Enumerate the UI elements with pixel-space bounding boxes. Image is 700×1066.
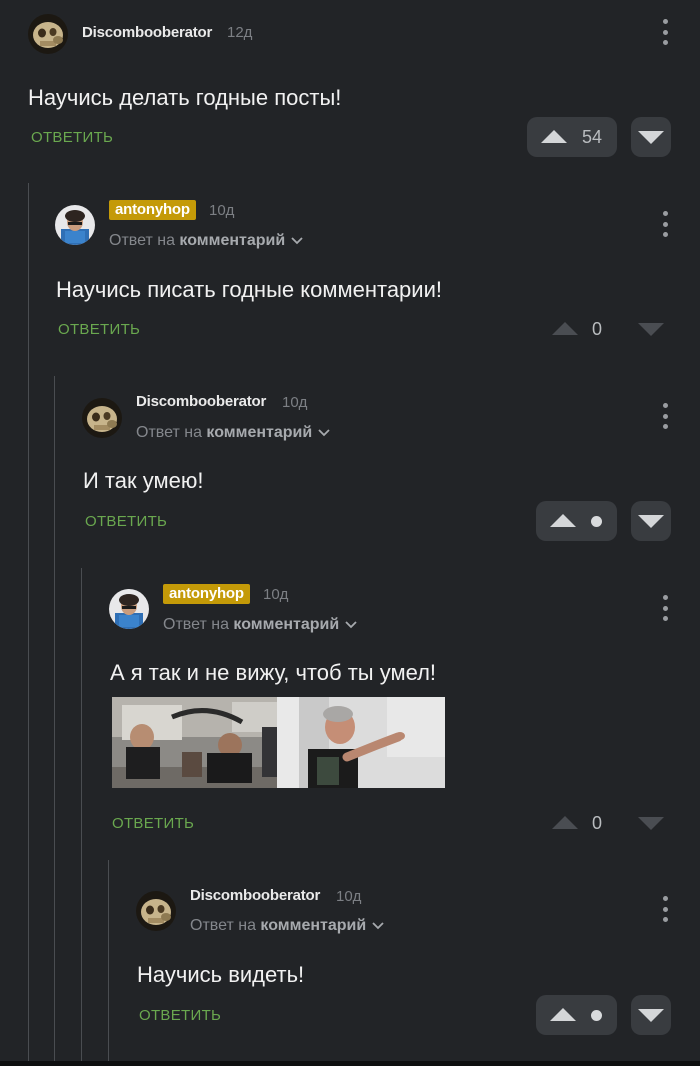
reply-to-target: комментарий (179, 232, 286, 249)
author-name[interactable]: antonyhop (163, 584, 250, 604)
author-name[interactable]: Discombooberator (136, 392, 266, 412)
reply-to-link[interactable]: Ответ на комментарий (109, 230, 303, 252)
thread-line (54, 376, 55, 1063)
more-options-icon[interactable] (660, 19, 670, 45)
meme-image[interactable] (112, 697, 445, 788)
more-options-icon[interactable] (660, 211, 670, 237)
reply-button[interactable]: ОТВЕТИТЬ (112, 814, 194, 834)
reply-to-target: комментарий (206, 424, 313, 441)
comment-text: И так умею! (83, 468, 204, 493)
upvote-icon (552, 322, 578, 335)
upvote-icon (550, 514, 576, 527)
upvote-button[interactable]: 54 (527, 117, 617, 157)
downvote-icon (638, 817, 664, 830)
reply-to-prefix: Ответ на (163, 616, 234, 633)
comment-time: 12д (227, 24, 253, 41)
more-options-icon[interactable] (660, 896, 670, 922)
reply-to-link[interactable]: Ответ на комментарий (190, 915, 384, 937)
reply-to-prefix: Ответ на (109, 232, 180, 249)
thread-line (28, 183, 29, 1063)
downvote-button[interactable] (631, 995, 671, 1035)
upvote-icon (552, 816, 578, 829)
rating-hidden-dot (591, 1009, 602, 1021)
avatar[interactable] (136, 891, 176, 931)
chevron-down-icon (372, 922, 384, 930)
comment-text: А я так и не вижу, чтоб ты умел! (110, 660, 437, 685)
more-options-icon[interactable] (660, 403, 670, 429)
rating-count: 0 (592, 319, 603, 339)
comment-time: 10д (336, 888, 362, 905)
reply-to-target: комментарий (233, 616, 340, 633)
downvote-icon (638, 323, 664, 336)
author-name[interactable]: Discombooberator (82, 23, 212, 43)
thread-line (108, 860, 109, 1063)
comment-time: 10д (282, 394, 308, 411)
downvote-icon (638, 1009, 664, 1022)
more-options-icon[interactable] (660, 595, 670, 621)
reply-to-link[interactable]: Ответ на комментарий (136, 422, 330, 444)
author-name[interactable]: antonyhop (109, 200, 196, 220)
bottom-edge (0, 1061, 700, 1066)
comment-text: Научись видеть! (137, 962, 305, 987)
reply-button[interactable]: ОТВЕТИТЬ (58, 320, 140, 340)
chevron-down-icon (345, 621, 357, 629)
reply-to-target: комментарий (260, 917, 367, 934)
comment-time: 10д (263, 586, 289, 603)
reply-button[interactable]: ОТВЕТИТЬ (31, 128, 113, 148)
reply-to-prefix: Ответ на (190, 917, 261, 934)
comment-text: Научись писать годные комментарии! (56, 277, 442, 302)
comment-time: 10д (209, 202, 235, 219)
avatar[interactable] (55, 205, 95, 245)
upvote-button[interactable]: 0 (552, 309, 602, 349)
upvote-button[interactable] (536, 501, 617, 541)
comment-text: Научись делать годные посты! (28, 85, 342, 110)
rating-count: 0 (592, 813, 603, 833)
upvote-button[interactable] (536, 995, 617, 1035)
author-name[interactable]: Discombooberator (190, 886, 320, 906)
avatar[interactable] (109, 589, 149, 629)
downvote-button[interactable] (638, 309, 664, 349)
chevron-down-icon (291, 237, 303, 245)
downvote-icon (638, 131, 664, 144)
downvote-button[interactable] (638, 803, 664, 843)
thread-line (81, 568, 82, 1063)
upvote-icon (541, 130, 567, 143)
avatar[interactable] (82, 398, 122, 438)
reply-button[interactable]: ОТВЕТИТЬ (139, 1006, 221, 1026)
downvote-icon (638, 515, 664, 528)
upvote-button[interactable]: 0 (552, 803, 602, 843)
upvote-icon (550, 1008, 576, 1021)
reply-to-prefix: Ответ на (136, 424, 207, 441)
chevron-down-icon (318, 429, 330, 437)
rating-count: 54 (582, 127, 603, 147)
rating-hidden-dot (591, 515, 602, 527)
reply-to-link[interactable]: Ответ на комментарий (163, 614, 357, 636)
avatar[interactable] (28, 14, 68, 54)
downvote-button[interactable] (631, 501, 671, 541)
downvote-button[interactable] (631, 117, 671, 157)
reply-button[interactable]: ОТВЕТИТЬ (85, 512, 167, 532)
